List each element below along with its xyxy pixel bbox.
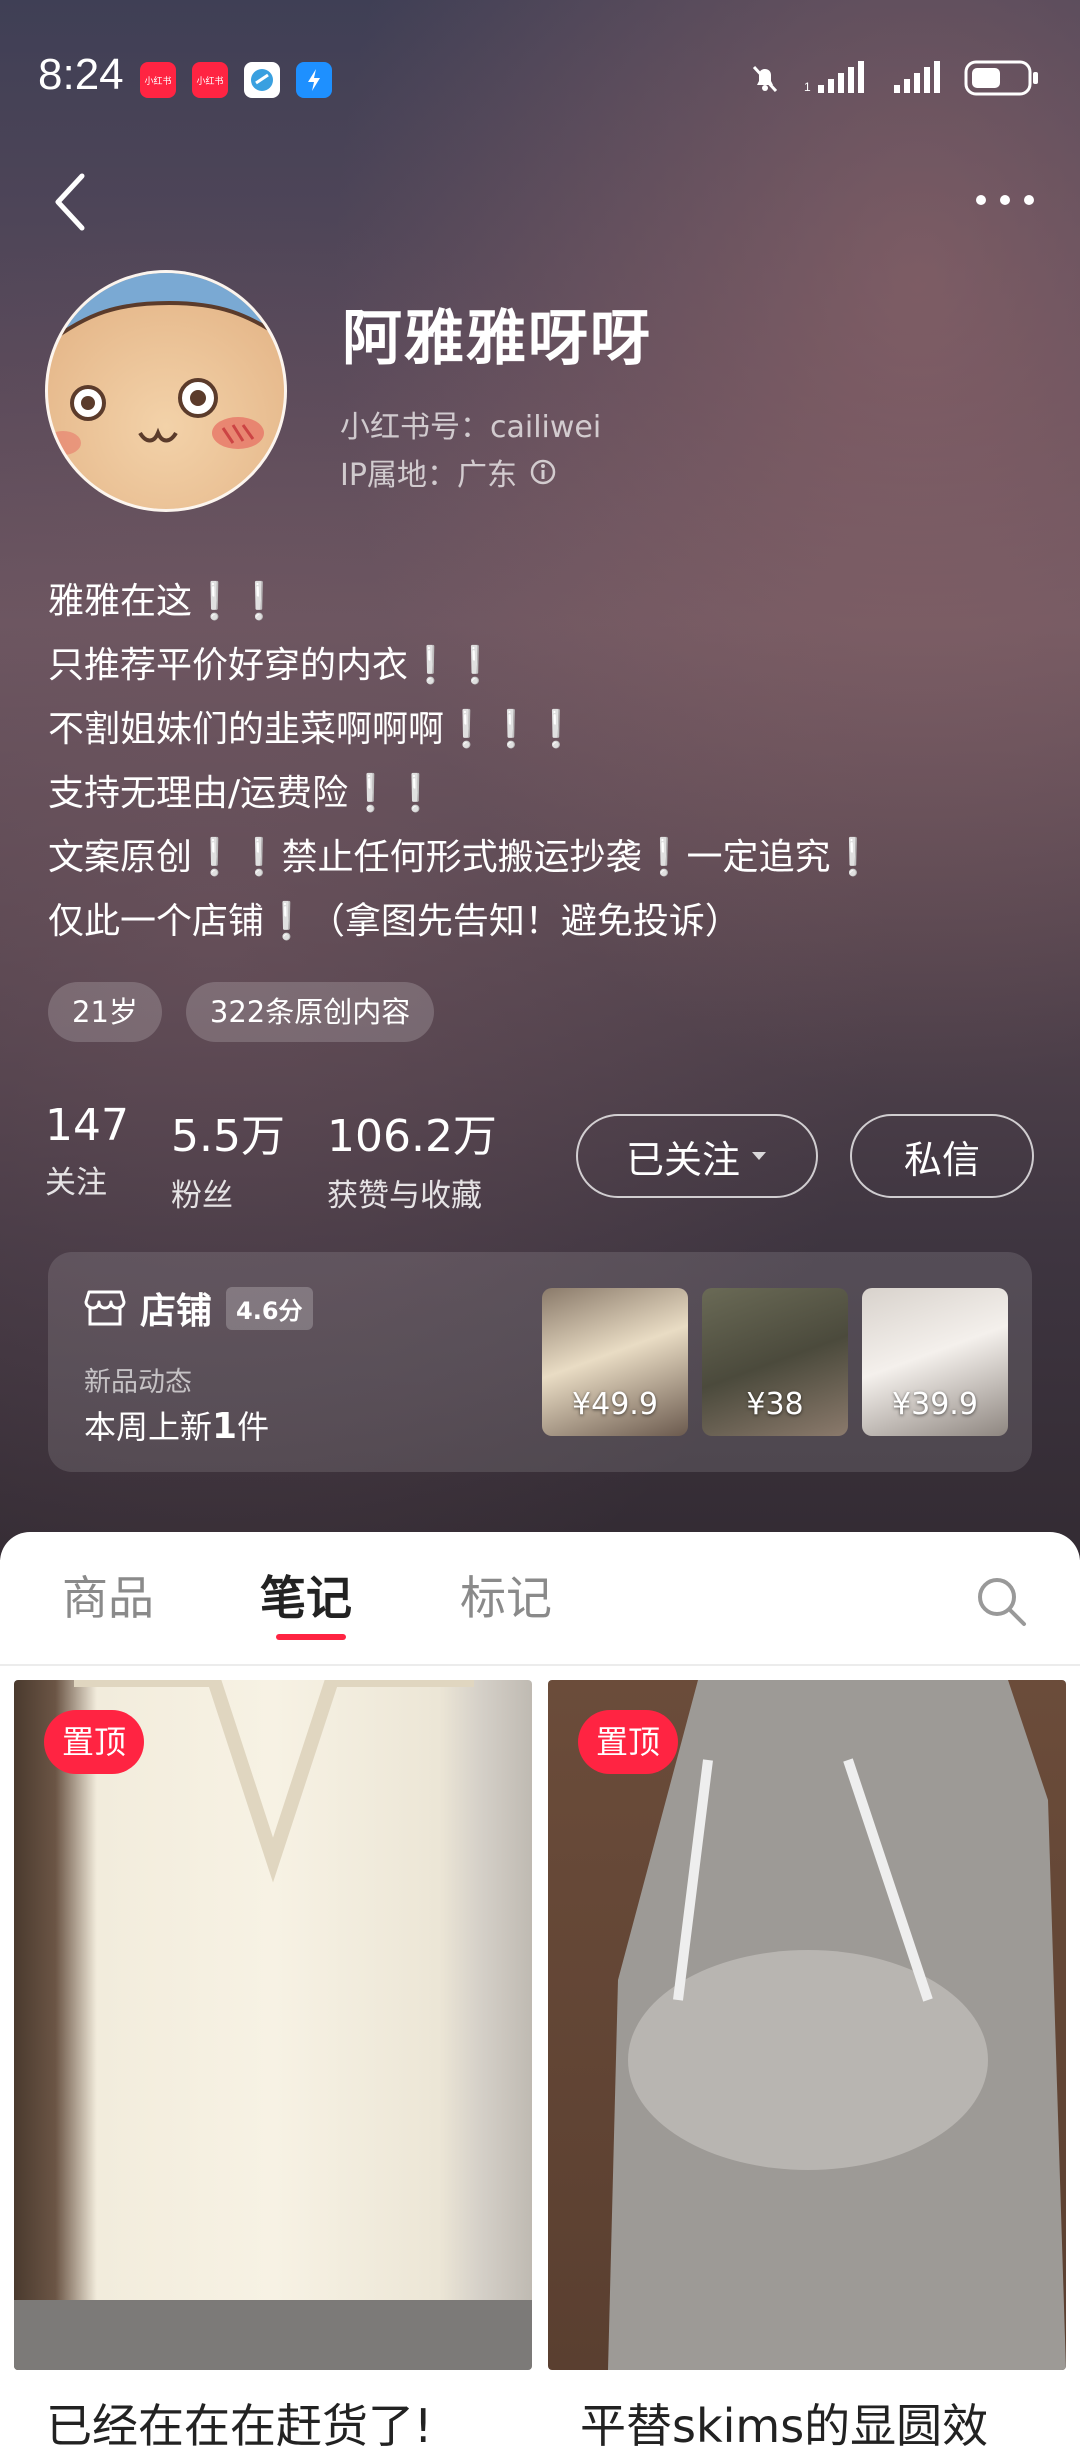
profile-tabs: 商品 笔记 标记 <box>0 1562 1080 1642</box>
profile-name: 阿雅雅呀呀 <box>342 304 652 374</box>
note-title: 平替skims的显圆效 <box>580 2399 989 2449</box>
product-price: ¥49.9 <box>572 1387 658 1422</box>
stat-followers-label: 粉丝 <box>170 1178 233 1214</box>
pinned-badge: 置顶 <box>578 1710 679 1774</box>
product-price: ¥39.9 <box>892 1387 978 1422</box>
bio-line: 只推荐平价好穿的内衣❕❕ <box>48 645 498 686</box>
shop-score-badge: 4.6分 <box>226 1286 313 1330</box>
age-tag: 21岁 <box>48 982 162 1042</box>
shop-title: 店铺 <box>140 1291 213 1332</box>
content-sheet: 商品 笔记 标记 置顶 已经在在在赶货了! 置顶 平替skims的显圆效 <box>0 1532 1080 2449</box>
note-card[interactable]: 置顶 已经在在在赶货了! <box>14 1680 532 2449</box>
bio-line: 仅此一个店铺❕（拿图先告知！避免投诉） <box>48 901 741 942</box>
stat-likes[interactable]: 106.2万 获赞与收藏 <box>327 1100 497 1215</box>
tab-notes[interactable]: 笔记 <box>260 1562 352 1628</box>
status-bar: 8:24 小红书 小红书 1 <box>0 0 1080 150</box>
active-tab-indicator <box>276 1634 346 1640</box>
stat-following-count: 147 <box>45 1100 129 1151</box>
message-button-label: 私信 <box>903 1137 980 1182</box>
note-cover-image: 置顶 <box>548 1680 1066 2370</box>
shop-product-thumb[interactable]: ¥38 <box>702 1288 848 1436</box>
ip-location-label: IP属地：广东 <box>340 458 517 493</box>
back-button[interactable] <box>48 170 92 234</box>
original-content-tag[interactable]: 322条原创内容 <box>185 982 435 1042</box>
stat-likes-label: 获赞与收藏 <box>326 1178 482 1214</box>
bio-line: 不割姐妹们的韭菜啊啊啊❕❕❕ <box>48 709 579 750</box>
stat-likes-count: 106.2万 <box>326 1111 497 1162</box>
following-button-label: 已关注 <box>625 1137 740 1182</box>
profile-ip-location[interactable]: IP属地：广东 <box>340 450 557 494</box>
message-button[interactable]: 私信 <box>850 1114 1034 1198</box>
avatar-cartoon-face <box>48 273 284 455</box>
profile-id: 小红书号：cailiwei <box>340 410 602 445</box>
pinned-badge: 置顶 <box>44 1710 145 1774</box>
tabs-divider <box>0 1664 1080 1666</box>
shop-product-thumb[interactable]: ¥49.9 <box>542 1288 688 1436</box>
shop-title-row: 店铺 4.6分 <box>84 1282 313 1334</box>
search-icon <box>978 1578 1026 1626</box>
stat-following[interactable]: 147 关注 <box>45 1100 129 1215</box>
xiaohongshu-notification-icon: 小红书 <box>140 62 176 98</box>
shop-product-thumb[interactable]: ¥39.9 <box>862 1288 1008 1436</box>
xiaohongshu-notification-icon: 小红书 <box>192 62 228 98</box>
note-title: 已经在在在赶货了! <box>46 2399 433 2449</box>
bio-line: 支持无理由/运费险❕❕ <box>48 773 438 814</box>
battery-icon <box>964 60 1038 96</box>
signal-icon <box>894 61 940 93</box>
tab-marks[interactable]: 标记 <box>460 1562 552 1628</box>
stat-followers[interactable]: 5.5万 粉丝 <box>171 1100 285 1215</box>
browser-notification-icon <box>244 62 280 98</box>
following-button[interactable]: 已关注 <box>576 1114 818 1198</box>
profile-stats: 147 关注 5.5万 粉丝 106.2万 获赞与收藏 <box>45 1100 497 1215</box>
shop-new-count: 1 <box>212 1406 238 1447</box>
tab-products[interactable]: 商品 <box>62 1562 154 1628</box>
svg-text:1: 1 <box>804 80 811 94</box>
product-price: ¥38 <box>746 1387 804 1422</box>
status-time: 8:24 <box>38 50 124 99</box>
profile-bio: 雅雅在这❕❕ 只推荐平价好穿的内衣❕❕ 不割姐妹们的韭菜啊啊啊❕❕❕ 支持无理由… <box>48 570 1048 954</box>
status-icons: 1 <box>748 58 1040 98</box>
avatar[interactable] <box>45 270 287 512</box>
caret-down-icon <box>752 1152 766 1160</box>
shop-icon <box>84 1290 126 1326</box>
bio-line: 雅雅在这❕❕ <box>48 581 282 622</box>
search-button[interactable] <box>974 1574 1028 1628</box>
more-dots-icon <box>976 195 1034 205</box>
mute-bell-icon <box>752 65 778 93</box>
shop-new-label: 新品动态 <box>84 1367 192 1398</box>
note-card[interactable]: 置顶 平替skims的显圆效 <box>548 1680 1066 2449</box>
stat-followers-count: 5.5万 <box>170 1111 285 1162</box>
shop-product-thumbs: ¥49.9 ¥38 ¥39.9 <box>542 1288 1008 1436</box>
bio-line: 文案原创❕❕禁止任何形式搬运抄袭❕一定追究❕ <box>48 837 876 878</box>
shop-new-arrivals: 本周上新1件 <box>84 1406 270 1447</box>
note-cover-image: 置顶 <box>14 1680 532 2370</box>
more-button[interactable] <box>970 180 1040 220</box>
shop-card[interactable]: 店铺 4.6分 新品动态 本周上新1件 ¥49.9 ¥38 ¥39.9 <box>48 1252 1032 1472</box>
signal-icon: 1 <box>804 61 864 94</box>
stat-following-label: 关注 <box>45 1165 107 1201</box>
info-icon <box>530 459 556 485</box>
app-notification-icon <box>296 62 332 98</box>
profile-tags: 21岁 322条原创内容 <box>48 982 435 1042</box>
chevron-left-icon <box>55 173 85 231</box>
